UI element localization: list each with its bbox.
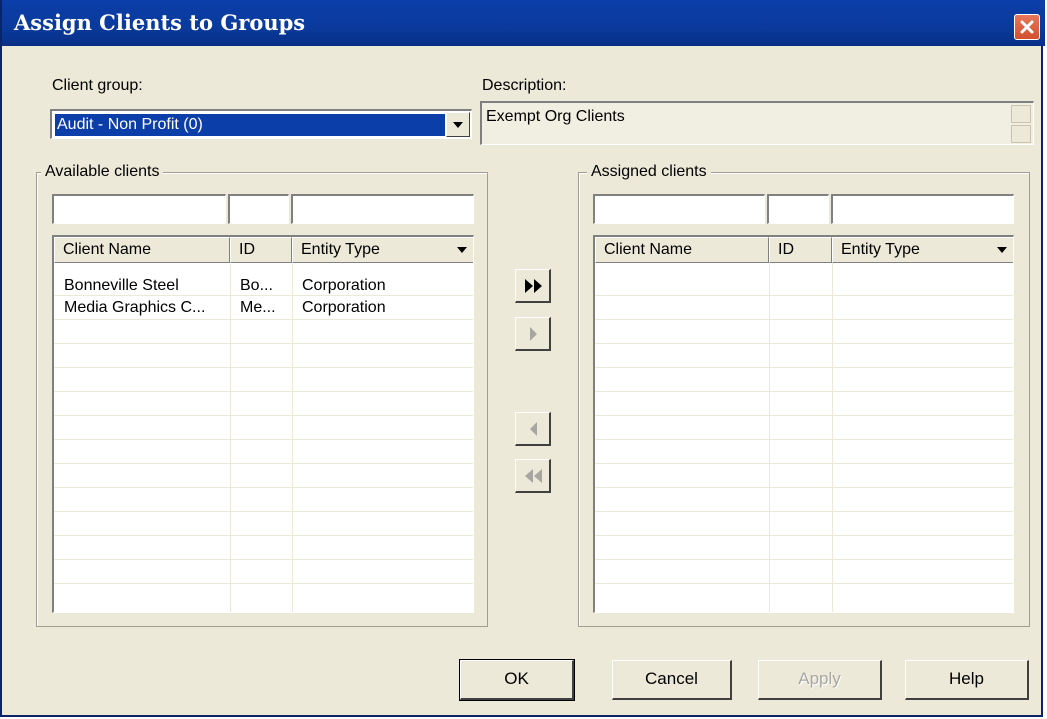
add-one-button[interactable] <box>515 317 551 351</box>
row-divider <box>54 319 473 320</box>
double-right-arrow-icon <box>525 279 542 293</box>
row-divider <box>595 535 1013 536</box>
double-left-arrow-icon <box>525 469 542 483</box>
chevron-down-icon <box>453 122 463 128</box>
chevron-down-icon <box>457 247 467 253</box>
dialog-window: Assign Clients to Groups Client group: A… <box>0 0 1045 717</box>
row-divider <box>54 367 473 368</box>
row-divider <box>595 391 1013 392</box>
column-divider <box>832 263 833 612</box>
description-field[interactable]: Exempt Org Clients <box>480 101 1034 145</box>
scroll-down-icon[interactable] <box>1011 125 1031 143</box>
available-clients-list[interactable]: Client Name ID Entity Type Bonneville St… <box>52 235 474 613</box>
assigned-clients-legend: Assigned clients <box>587 163 711 181</box>
assigned-filter-name[interactable] <box>593 194 765 224</box>
description-value: Exempt Org Clients <box>486 108 625 125</box>
scroll-up-icon[interactable] <box>1011 105 1031 123</box>
table-row-1-id[interactable]: Me... <box>240 299 276 317</box>
row-divider <box>54 391 473 392</box>
column-divider <box>292 263 293 612</box>
row-divider <box>595 319 1013 320</box>
available-col-entity-type-label: Entity Type <box>301 241 380 258</box>
right-arrow-icon <box>530 327 537 341</box>
client-group-value: Audit - Non Profit (0) <box>55 114 445 136</box>
table-row-0-type[interactable]: Corporation <box>302 277 386 295</box>
table-row-1-name[interactable]: Media Graphics C... <box>64 299 205 317</box>
assigned-clients-list[interactable]: Client Name ID Entity Type <box>593 235 1014 613</box>
row-divider <box>54 295 473 296</box>
row-divider <box>595 295 1013 296</box>
table-row-0-name[interactable]: Bonneville Steel <box>64 277 179 295</box>
row-divider <box>54 583 473 584</box>
available-filter-type[interactable] <box>291 194 474 224</box>
client-group-dropdown-button[interactable] <box>446 112 470 137</box>
add-all-button[interactable] <box>515 269 551 303</box>
description-label: Description: <box>482 77 567 94</box>
assigned-col-entity-type-label: Entity Type <box>841 241 920 258</box>
left-arrow-icon <box>530 422 537 436</box>
available-filter-name[interactable] <box>52 194 226 224</box>
available-filter-id[interactable] <box>228 194 289 224</box>
row-divider <box>595 439 1013 440</box>
assigned-col-id[interactable]: ID <box>769 237 832 263</box>
assigned-col-client-name[interactable]: Client Name <box>595 237 769 263</box>
cancel-button[interactable]: Cancel <box>612 660 732 700</box>
window-title: Assign Clients to Groups <box>14 10 306 35</box>
row-divider <box>595 583 1013 584</box>
assigned-col-entity-type[interactable]: Entity Type <box>832 237 1013 263</box>
row-divider <box>595 559 1013 560</box>
table-row-1-type[interactable]: Corporation <box>302 299 386 317</box>
chevron-down-icon <box>997 247 1007 253</box>
available-col-client-name[interactable]: Client Name <box>54 237 230 263</box>
assigned-filter-type[interactable] <box>831 194 1014 224</box>
remove-all-button[interactable] <box>515 459 551 493</box>
row-divider <box>595 415 1013 416</box>
column-divider <box>230 263 231 612</box>
title-bar[interactable]: Assign Clients to Groups <box>2 0 1045 46</box>
available-col-entity-type[interactable]: Entity Type <box>292 237 473 263</box>
client-group-select[interactable]: Audit - Non Profit (0) <box>50 109 472 139</box>
row-divider <box>595 511 1013 512</box>
table-row-0-id[interactable]: Bo... <box>240 277 273 295</box>
row-divider <box>54 463 473 464</box>
assigned-filter-id[interactable] <box>767 194 829 224</box>
row-divider <box>54 535 473 536</box>
available-clients-legend: Available clients <box>41 163 164 181</box>
client-group-label: Client group: <box>52 77 143 94</box>
description-scrollbar[interactable] <box>1011 105 1031 143</box>
apply-button[interactable]: Apply <box>758 660 882 700</box>
remove-one-button[interactable] <box>515 412 551 446</box>
row-divider <box>54 511 473 512</box>
row-divider <box>595 367 1013 368</box>
row-divider <box>54 487 473 488</box>
row-divider <box>595 343 1013 344</box>
row-divider <box>54 343 473 344</box>
row-divider <box>54 415 473 416</box>
close-icon <box>1020 20 1034 34</box>
ok-button[interactable]: OK <box>459 659 575 701</box>
help-button[interactable]: Help <box>905 660 1029 700</box>
column-divider <box>769 263 770 612</box>
row-divider <box>595 463 1013 464</box>
row-divider <box>54 439 473 440</box>
row-divider <box>595 487 1013 488</box>
close-button[interactable] <box>1014 14 1040 40</box>
available-col-id[interactable]: ID <box>230 237 292 263</box>
row-divider <box>54 559 473 560</box>
